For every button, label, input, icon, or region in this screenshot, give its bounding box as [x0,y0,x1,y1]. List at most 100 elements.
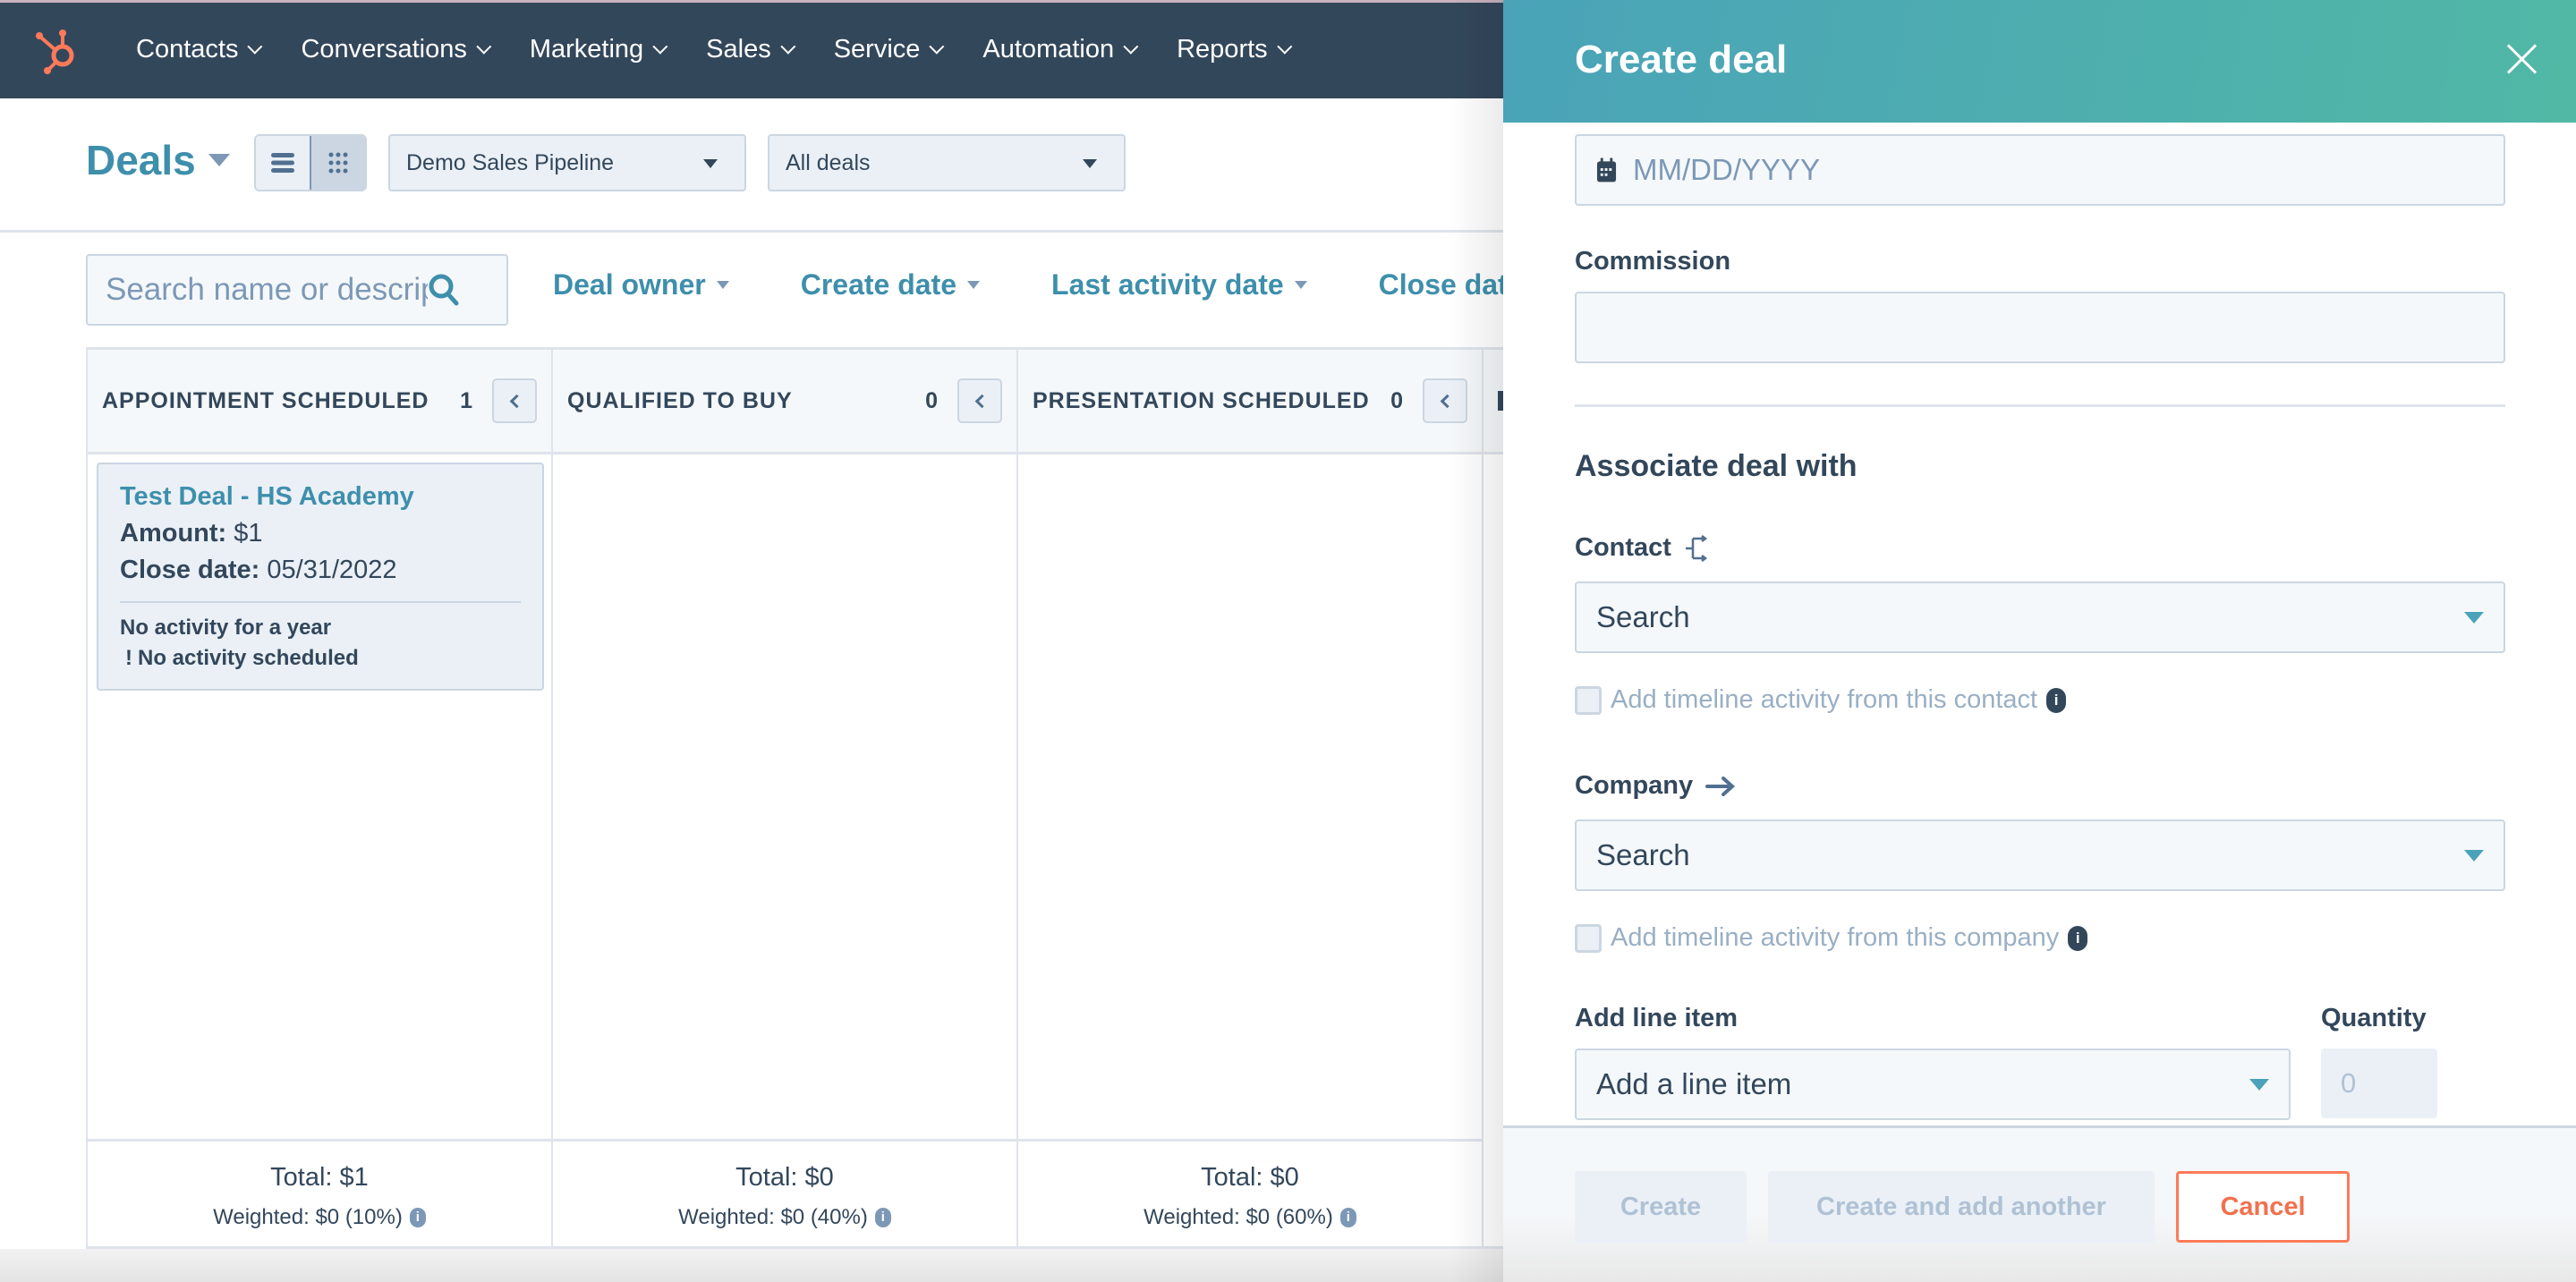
page-title: Deals [86,137,196,183]
column-header: APPOINTMENT SCHEDULED 1 [88,350,551,454]
deal-card[interactable]: Test Deal - HS Academy Amount: $1 Close … [97,463,544,691]
caret-down-icon [1294,281,1307,289]
nav-label: Conversations [301,34,467,64]
commission-label: Commission [1575,247,1731,276]
view-filter-select[interactable]: All deals [768,134,1126,191]
column-footer: Total: $0 Weighted: $0 (60%) i [1018,1139,1482,1246]
contact-timeline-checkbox[interactable] [1575,685,1602,715]
calendar-icon [1596,157,1617,183]
info-icon[interactable]: i [2046,687,2067,713]
section-divider [1575,404,2505,407]
filter-create-date[interactable]: Create date [800,268,981,301]
create-button[interactable]: Create [1575,1171,1747,1243]
deal-name-link[interactable]: Test Deal - HS Academy [120,482,521,512]
collapse-column-button[interactable] [957,378,1002,423]
nav-service[interactable]: Service [834,35,945,64]
hubspot-logo-icon[interactable] [32,25,82,75]
info-icon[interactable]: i [1339,1208,1356,1227]
nav-automation[interactable]: Automation [982,34,1139,64]
close-date-input[interactable] [1633,153,2484,187]
contact-label: Contact [1575,533,1709,563]
filter-deal-owner[interactable]: Deal owner [553,268,729,301]
column-weighted: Weighted: $0 (10%) i [88,1205,551,1230]
board-column: APPOINTMENT SCHEDULED 1 Test Deal - HS A… [86,350,551,1246]
view-toggle [254,134,367,191]
association-icon [1685,534,1708,562]
commission-input[interactable] [1596,310,2484,344]
column-count: 1 [460,387,472,413]
info-icon[interactable]: i [2068,925,2088,951]
info-icon[interactable]: i [874,1208,891,1227]
create-and-add-another-button[interactable]: Create and add another [1768,1171,2155,1243]
contact-select[interactable]: Search [1575,582,2505,653]
deal-close-date: Close date: 05/31/2022 [120,556,521,585]
filter-label: Create date [800,268,957,301]
search-icon[interactable] [428,273,460,307]
line-item-label: Add line item [1575,1004,1739,1032]
quantity-input[interactable]: 0 [2321,1049,2437,1118]
search-input[interactable] [106,272,428,308]
collapse-column-button[interactable] [492,378,537,423]
panel-title: Create deal [1575,38,1788,81]
cancel-button[interactable]: Cancel [2176,1171,2350,1243]
caret-down-icon [208,154,230,166]
board-view-icon [328,152,348,174]
info-icon[interactable]: i [409,1208,426,1227]
chevron-down-icon [476,38,492,55]
company-label: Company [1575,771,1736,801]
nav-contacts[interactable]: Contacts [136,34,263,64]
close-date-value: 05/31/2022 [267,556,397,584]
contact-timeline-label: Add timeline activity from this contact [1611,685,2038,714]
caret-down-icon [1083,159,1097,168]
company-label-text: Company [1575,771,1694,800]
column-footer: Total: $1 Weighted: $0 (10%) i [88,1139,551,1246]
nav-reports[interactable]: Reports [1177,34,1292,64]
chevron-down-icon [1276,38,1292,55]
view-filter-value: All deals [786,149,871,175]
chevron-down-icon [780,38,796,55]
line-item-select[interactable]: Add a line item [1575,1049,2291,1120]
amount-label: Amount: [120,519,227,548]
column-total: Total: $1 [270,1163,369,1192]
page-bottom-shadow [0,1249,1503,1282]
board-column: PRESENTATION SCHEDULED 0 Total: $0 Weigh… [1016,350,1482,1246]
board-column: QUALIFIED TO BUY 0 Total: $0 Weighted: $… [551,350,1016,1246]
commission-field [1575,292,2505,363]
chevron-down-icon [247,38,263,55]
company-timeline-label: Add timeline activity from this company [1611,923,2060,952]
company-select-value: Search [1596,838,1690,871]
caret-down-icon [716,281,729,289]
object-switcher[interactable]: Deals [86,136,230,184]
nav-conversations[interactable]: Conversations [301,34,492,64]
line-item-select-value: Add a line item [1596,1067,1792,1100]
pipeline-value: Demo Sales Pipeline [406,149,615,175]
deal-amount: Amount: $1 [120,519,521,548]
nav-label: Reports [1177,34,1268,64]
filter-label: Deal owner [553,268,706,301]
chevron-down-icon [929,38,945,55]
list-view-button[interactable] [256,136,310,190]
chevron-down-icon [652,38,668,55]
caret-down-icon [967,281,981,289]
scheduled-text: No activity scheduled [138,646,359,670]
caret-down-icon [2464,611,2484,624]
nav-marketing[interactable]: Marketing [530,35,668,64]
caret-down-icon [2249,1078,2269,1091]
nav-label: Automation [982,34,1115,64]
filter-last-activity-date[interactable]: Last activity date [1051,268,1307,301]
column-header: QUALIFIED TO BUY 0 [553,350,1016,454]
column-title: APPOINTMENT SCHEDULED [102,387,429,413]
pipeline-select[interactable]: Demo Sales Pipeline [388,134,746,191]
company-select[interactable]: Search [1575,819,2505,891]
board-view-button[interactable] [310,136,365,190]
chevron-left-icon [974,394,990,408]
column-title: QUALIFIED TO BUY [567,387,793,413]
contact-label-text: Contact [1575,533,1671,562]
nav-label: Sales [706,34,771,64]
company-timeline-checkbox[interactable] [1575,923,1602,953]
close-icon[interactable] [2504,41,2540,77]
panel-shadow [1450,0,1503,1282]
nav-sales[interactable]: Sales [706,34,796,64]
panel-header: Create deal [1503,0,2576,123]
nav-label: Contacts [136,34,239,64]
